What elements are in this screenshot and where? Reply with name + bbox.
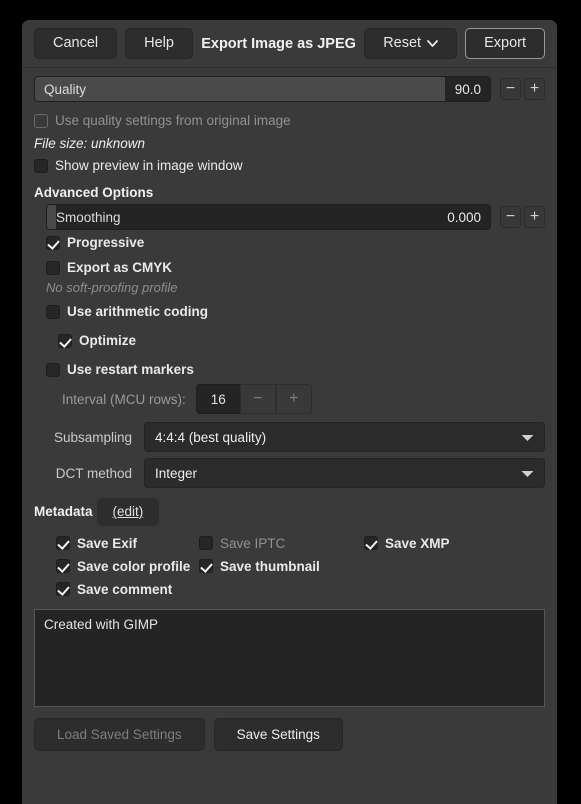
metadata-line-2: Save color profile Save thumbnail bbox=[34, 555, 545, 578]
dialog-footer: Load Saved Settings Save Settings bbox=[34, 718, 545, 752]
quality-slider-fill bbox=[35, 77, 445, 101]
export-jpeg-dialog: Cancel Help Export Image as JPEG Reset E… bbox=[22, 20, 557, 804]
subsampling-row: Subsampling 4:4:4 (best quality) bbox=[34, 422, 545, 452]
dialog-title: Export Image as JPEG bbox=[201, 36, 356, 52]
save-iptc-row[interactable]: Save IPTC bbox=[199, 536, 364, 551]
soft-proof-note: No soft-proofing profile bbox=[34, 280, 545, 295]
save-thumbnail-row[interactable]: Save thumbnail bbox=[199, 559, 364, 574]
use-original-quality-label: Use quality settings from original image bbox=[55, 113, 291, 128]
quality-label: Quality bbox=[35, 82, 86, 97]
save-xmp-checkbox[interactable] bbox=[364, 536, 378, 550]
dct-method-row: DCT method Integer bbox=[34, 458, 545, 488]
interval-increment-button[interactable]: + bbox=[276, 384, 312, 414]
metadata-line-3: Save comment bbox=[34, 578, 545, 601]
subsampling-value: 4:4:4 (best quality) bbox=[155, 430, 266, 445]
save-xmp-row[interactable]: Save XMP bbox=[364, 536, 514, 551]
save-xmp-label: Save XMP bbox=[385, 536, 450, 551]
restart-markers-checkbox[interactable] bbox=[46, 363, 60, 377]
metadata-line-1: Save Exif Save IPTC Save XMP bbox=[34, 532, 545, 555]
save-comment-checkbox[interactable] bbox=[56, 582, 70, 596]
save-settings-button[interactable]: Save Settings bbox=[214, 718, 343, 752]
progressive-label: Progressive bbox=[67, 235, 144, 250]
use-original-quality-checkbox[interactable] bbox=[34, 114, 48, 128]
progressive-checkbox[interactable] bbox=[46, 236, 60, 250]
restart-markers-label: Use restart markers bbox=[67, 362, 194, 377]
comment-textarea[interactable]: Created with GIMP bbox=[34, 609, 545, 707]
save-color-profile-label: Save color profile bbox=[77, 559, 190, 574]
advanced-options-header: Advanced Options bbox=[34, 185, 545, 200]
arithmetic-coding-label: Use arithmetic coding bbox=[67, 304, 208, 319]
reset-button[interactable]: Reset bbox=[364, 28, 457, 59]
quality-increment-button[interactable]: + bbox=[524, 78, 545, 100]
quality-value: 90.0 bbox=[455, 82, 490, 97]
interval-decrement-button[interactable]: − bbox=[240, 384, 276, 414]
chevron-down-icon bbox=[521, 430, 534, 445]
metadata-row: Metadata (edit) bbox=[34, 498, 545, 526]
load-saved-settings-button[interactable]: Load Saved Settings bbox=[34, 718, 205, 752]
save-exif-checkbox[interactable] bbox=[56, 536, 70, 550]
save-thumbnail-label: Save thumbnail bbox=[220, 559, 320, 574]
quality-decrement-button[interactable]: − bbox=[500, 78, 521, 100]
optimize-label: Optimize bbox=[79, 333, 136, 348]
export-cmyk-row[interactable]: Export as CMYK bbox=[34, 255, 545, 280]
optimize-checkbox[interactable] bbox=[58, 334, 72, 348]
reset-label: Reset bbox=[383, 35, 421, 51]
save-color-profile-row[interactable]: Save color profile bbox=[34, 559, 199, 574]
subsampling-select[interactable]: 4:4:4 (best quality) bbox=[144, 422, 545, 452]
dct-method-label: DCT method bbox=[34, 466, 144, 481]
show-preview-row[interactable]: Show preview in image window bbox=[34, 153, 545, 178]
smoothing-slider[interactable]: Smoothing 0.000 bbox=[46, 204, 491, 230]
export-cmyk-label: Export as CMYK bbox=[67, 260, 172, 275]
restart-markers-row[interactable]: Use restart markers bbox=[34, 357, 545, 382]
use-original-quality-row[interactable]: Use quality settings from original image bbox=[34, 108, 545, 133]
chevron-down-icon bbox=[427, 36, 438, 51]
cancel-button[interactable]: Cancel bbox=[34, 28, 117, 59]
metadata-checkbox-grid: Save Exif Save IPTC Save XMP Save color … bbox=[34, 532, 545, 601]
quality-slider[interactable]: Quality 90.0 bbox=[34, 76, 491, 102]
save-comment-row[interactable]: Save comment bbox=[34, 582, 199, 597]
smoothing-value: 0.000 bbox=[447, 210, 490, 225]
export-cmyk-checkbox[interactable] bbox=[46, 261, 60, 275]
optimize-row[interactable]: Optimize bbox=[34, 328, 545, 353]
smoothing-decrement-button[interactable]: − bbox=[500, 206, 521, 228]
progressive-row[interactable]: Progressive bbox=[34, 230, 545, 255]
smoothing-label: Smoothing bbox=[47, 210, 121, 225]
smoothing-row: Smoothing 0.000 − + bbox=[34, 204, 545, 230]
save-exif-label: Save Exif bbox=[77, 536, 137, 551]
dct-method-value: Integer bbox=[155, 466, 197, 481]
interval-label: Interval (MCU rows): bbox=[62, 392, 186, 407]
interval-row: Interval (MCU rows): 16 − + bbox=[34, 382, 545, 416]
save-thumbnail-checkbox[interactable] bbox=[199, 559, 213, 573]
dialog-body: Quality 90.0 − + Use quality settings fr… bbox=[22, 68, 557, 751]
dialog-header: Cancel Help Export Image as JPEG Reset E… bbox=[22, 20, 557, 68]
help-button[interactable]: Help bbox=[125, 28, 193, 59]
arithmetic-coding-checkbox[interactable] bbox=[46, 305, 60, 319]
quality-row: Quality 90.0 − + bbox=[34, 76, 545, 102]
save-iptc-checkbox[interactable] bbox=[199, 536, 213, 550]
save-color-profile-checkbox[interactable] bbox=[56, 559, 70, 573]
show-preview-label: Show preview in image window bbox=[55, 158, 243, 173]
subsampling-label: Subsampling bbox=[34, 430, 144, 445]
export-button[interactable]: Export bbox=[465, 28, 545, 59]
smoothing-increment-button[interactable]: + bbox=[524, 206, 545, 228]
dct-method-select[interactable]: Integer bbox=[144, 458, 545, 488]
save-exif-row[interactable]: Save Exif bbox=[34, 536, 199, 551]
show-preview-checkbox[interactable] bbox=[34, 159, 48, 173]
arithmetic-coding-row[interactable]: Use arithmetic coding bbox=[34, 299, 545, 324]
interval-input[interactable]: 16 bbox=[196, 384, 240, 414]
metadata-edit-button[interactable]: (edit) bbox=[97, 498, 160, 526]
chevron-down-icon bbox=[521, 466, 534, 481]
metadata-label: Metadata bbox=[34, 504, 93, 519]
save-iptc-label: Save IPTC bbox=[220, 536, 285, 551]
file-size-text: File size: unknown bbox=[34, 136, 545, 151]
save-comment-label: Save comment bbox=[77, 582, 172, 597]
